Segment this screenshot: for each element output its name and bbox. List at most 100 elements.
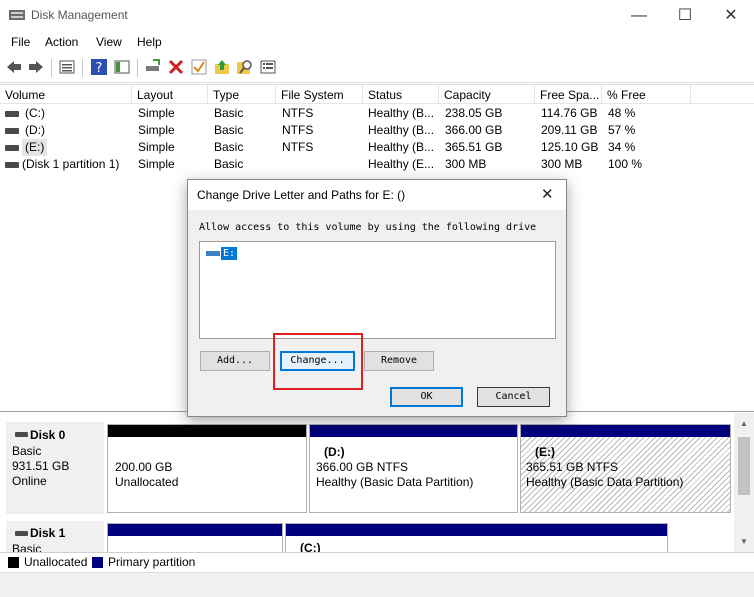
cancel-button[interactable]: Cancel: [477, 387, 550, 407]
disk-map-scrollbar[interactable]: ▲ ▼: [734, 413, 754, 552]
legend-unallocated: Unallocated: [24, 555, 88, 569]
partition-disk1-recovery[interactable]: [107, 523, 283, 553]
drive-icon: [5, 162, 19, 168]
cell-status: Healthy (E...: [368, 157, 435, 171]
disk-0-label[interactable]: Disk 0 Basic 931.51 GB Online: [6, 422, 104, 514]
dialog-close-button[interactable]: ✕: [541, 185, 554, 203]
maximize-button[interactable]: ☐: [662, 0, 708, 31]
title-bar: Disk Management — ☐ ✕: [0, 0, 754, 31]
cell-percent-free: 100 %: [608, 157, 643, 171]
partition-size: 365.51 GB NTFS: [526, 460, 619, 474]
highlight-box: [273, 333, 363, 390]
cell-layout: Simple: [138, 123, 175, 137]
table-row[interactable]: (Disk 1 partition 1) Simple Basic Health…: [0, 156, 754, 173]
scrollbar-thumb[interactable]: [738, 437, 750, 495]
forward-arrow-icon[interactable]: [27, 58, 45, 76]
status-bar: [0, 572, 754, 597]
list-item[interactable]: E:: [206, 246, 256, 262]
cell-free-space: 114.76 GB: [541, 106, 598, 120]
cell-volume: (Disk 1 partition 1): [22, 157, 120, 171]
cell-file-system: NTFS: [282, 123, 314, 137]
partition-letter: (E:): [535, 445, 555, 459]
window-title: Disk Management: [31, 8, 128, 22]
back-arrow-icon[interactable]: [5, 58, 23, 76]
up-folder-icon[interactable]: [213, 58, 231, 76]
partition-detail: Healthy (Basic Data Partition): [526, 475, 684, 489]
menu-file[interactable]: File: [11, 35, 30, 49]
disk-1-label[interactable]: Disk 1 Basic: [6, 521, 104, 556]
column-header-capacity[interactable]: Capacity: [439, 85, 535, 104]
partition-detail: Healthy (Basic Data Partition): [316, 475, 474, 489]
toolbar-separator: [82, 59, 83, 77]
toolbar-separator: [51, 59, 52, 77]
dialog-title: Change Drive Letter and Paths for E: (): [197, 188, 406, 202]
disk-icon: [15, 531, 28, 536]
partition-letter: (D:): [324, 445, 345, 459]
toolbar-separator: [137, 59, 138, 77]
disk-icon: [15, 432, 28, 437]
cell-type: Basic: [214, 123, 244, 137]
partition-d[interactable]: (D:) 366.00 GB NTFS Healthy (Basic Data …: [309, 424, 518, 513]
close-button[interactable]: ✕: [708, 0, 754, 31]
column-header-filler: [691, 85, 754, 104]
table-row[interactable]: (C:) Simple Basic NTFS Healthy (B... 238…: [0, 105, 754, 122]
table-row[interactable]: (D:) Simple Basic NTFS Healthy (B... 366…: [0, 122, 754, 139]
legend-bar: Unallocated Primary partition: [0, 552, 754, 572]
remove-button[interactable]: Remove: [364, 351, 434, 371]
toolbar: ?: [0, 53, 754, 83]
drive-icon: [5, 128, 19, 134]
change-drive-letter-dialog: Change Drive Letter and Paths for E: () …: [187, 179, 567, 417]
cell-capacity: 300 MB: [445, 157, 487, 171]
menu-action[interactable]: Action: [45, 35, 78, 49]
cell-volume: (D:): [25, 123, 45, 137]
column-header-file-system[interactable]: File System: [276, 85, 363, 104]
drive-path-list[interactable]: E:: [199, 241, 556, 339]
table-row[interactable]: (E:) Simple Basic NTFS Healthy (B... 365…: [0, 139, 754, 156]
cell-percent-free: 48 %: [608, 106, 636, 120]
partition-header-bar: [286, 524, 667, 536]
scroll-down-icon[interactable]: ▼: [740, 537, 748, 546]
partition-detail: Unallocated: [115, 475, 179, 489]
cell-status: Healthy (B...: [368, 123, 435, 137]
column-header-free-space[interactable]: Free Spa...: [535, 85, 602, 104]
properties-list-icon[interactable]: [58, 58, 76, 76]
partition-header-bar: [521, 425, 730, 437]
cell-free-space: 209.11 GB: [541, 123, 598, 137]
dialog-title-bar: Change Drive Letter and Paths for E: () …: [188, 180, 566, 210]
column-header-layout[interactable]: Layout: [132, 85, 208, 104]
cell-capacity: 365.51 GB: [445, 140, 503, 154]
cell-volume: (C:): [25, 106, 45, 120]
column-header-volume[interactable]: Volume: [0, 85, 132, 104]
partition-header-bar: [108, 524, 282, 536]
cell-type: Basic: [214, 106, 244, 120]
column-header-type[interactable]: Type: [208, 85, 276, 104]
help-icon[interactable]: ?: [90, 58, 108, 76]
column-header-status[interactable]: Status: [363, 85, 439, 104]
minimize-button[interactable]: —: [616, 0, 662, 31]
cell-status: Healthy (B...: [368, 140, 435, 154]
menu-help[interactable]: Help: [137, 35, 162, 49]
check-icon[interactable]: [190, 58, 208, 76]
drive-icon: [5, 145, 19, 151]
cell-layout: Simple: [138, 140, 175, 154]
partition-e-selected[interactable]: (E:) 365.51 GB NTFS Healthy (Basic Data …: [520, 424, 731, 513]
delete-icon[interactable]: [167, 58, 185, 76]
disk-management-app-icon: [9, 8, 25, 22]
partition-unallocated[interactable]: 200.00 GB Unallocated: [107, 424, 307, 513]
search-icon[interactable]: [236, 58, 254, 76]
partition-c[interactable]: (C:): [285, 523, 668, 555]
menu-view[interactable]: View: [96, 35, 122, 49]
connect-drive-icon[interactable]: [144, 58, 162, 76]
settings-list-icon[interactable]: [259, 58, 277, 76]
column-header-percent-free[interactable]: % Free: [602, 85, 691, 104]
scroll-up-icon[interactable]: ▲: [740, 419, 748, 428]
svg-text:?: ?: [96, 61, 103, 76]
add-button[interactable]: Add...: [200, 351, 270, 371]
primary-partition-swatch: [92, 557, 103, 568]
cell-capacity: 238.05 GB: [445, 106, 503, 120]
unallocated-swatch: [8, 557, 19, 568]
ok-button[interactable]: OK: [390, 387, 463, 407]
dialog-instruction: Allow access to this volume by using the…: [199, 222, 537, 233]
console-pane-icon[interactable]: [113, 58, 131, 76]
menu-bar: File Action View Help: [0, 31, 754, 53]
